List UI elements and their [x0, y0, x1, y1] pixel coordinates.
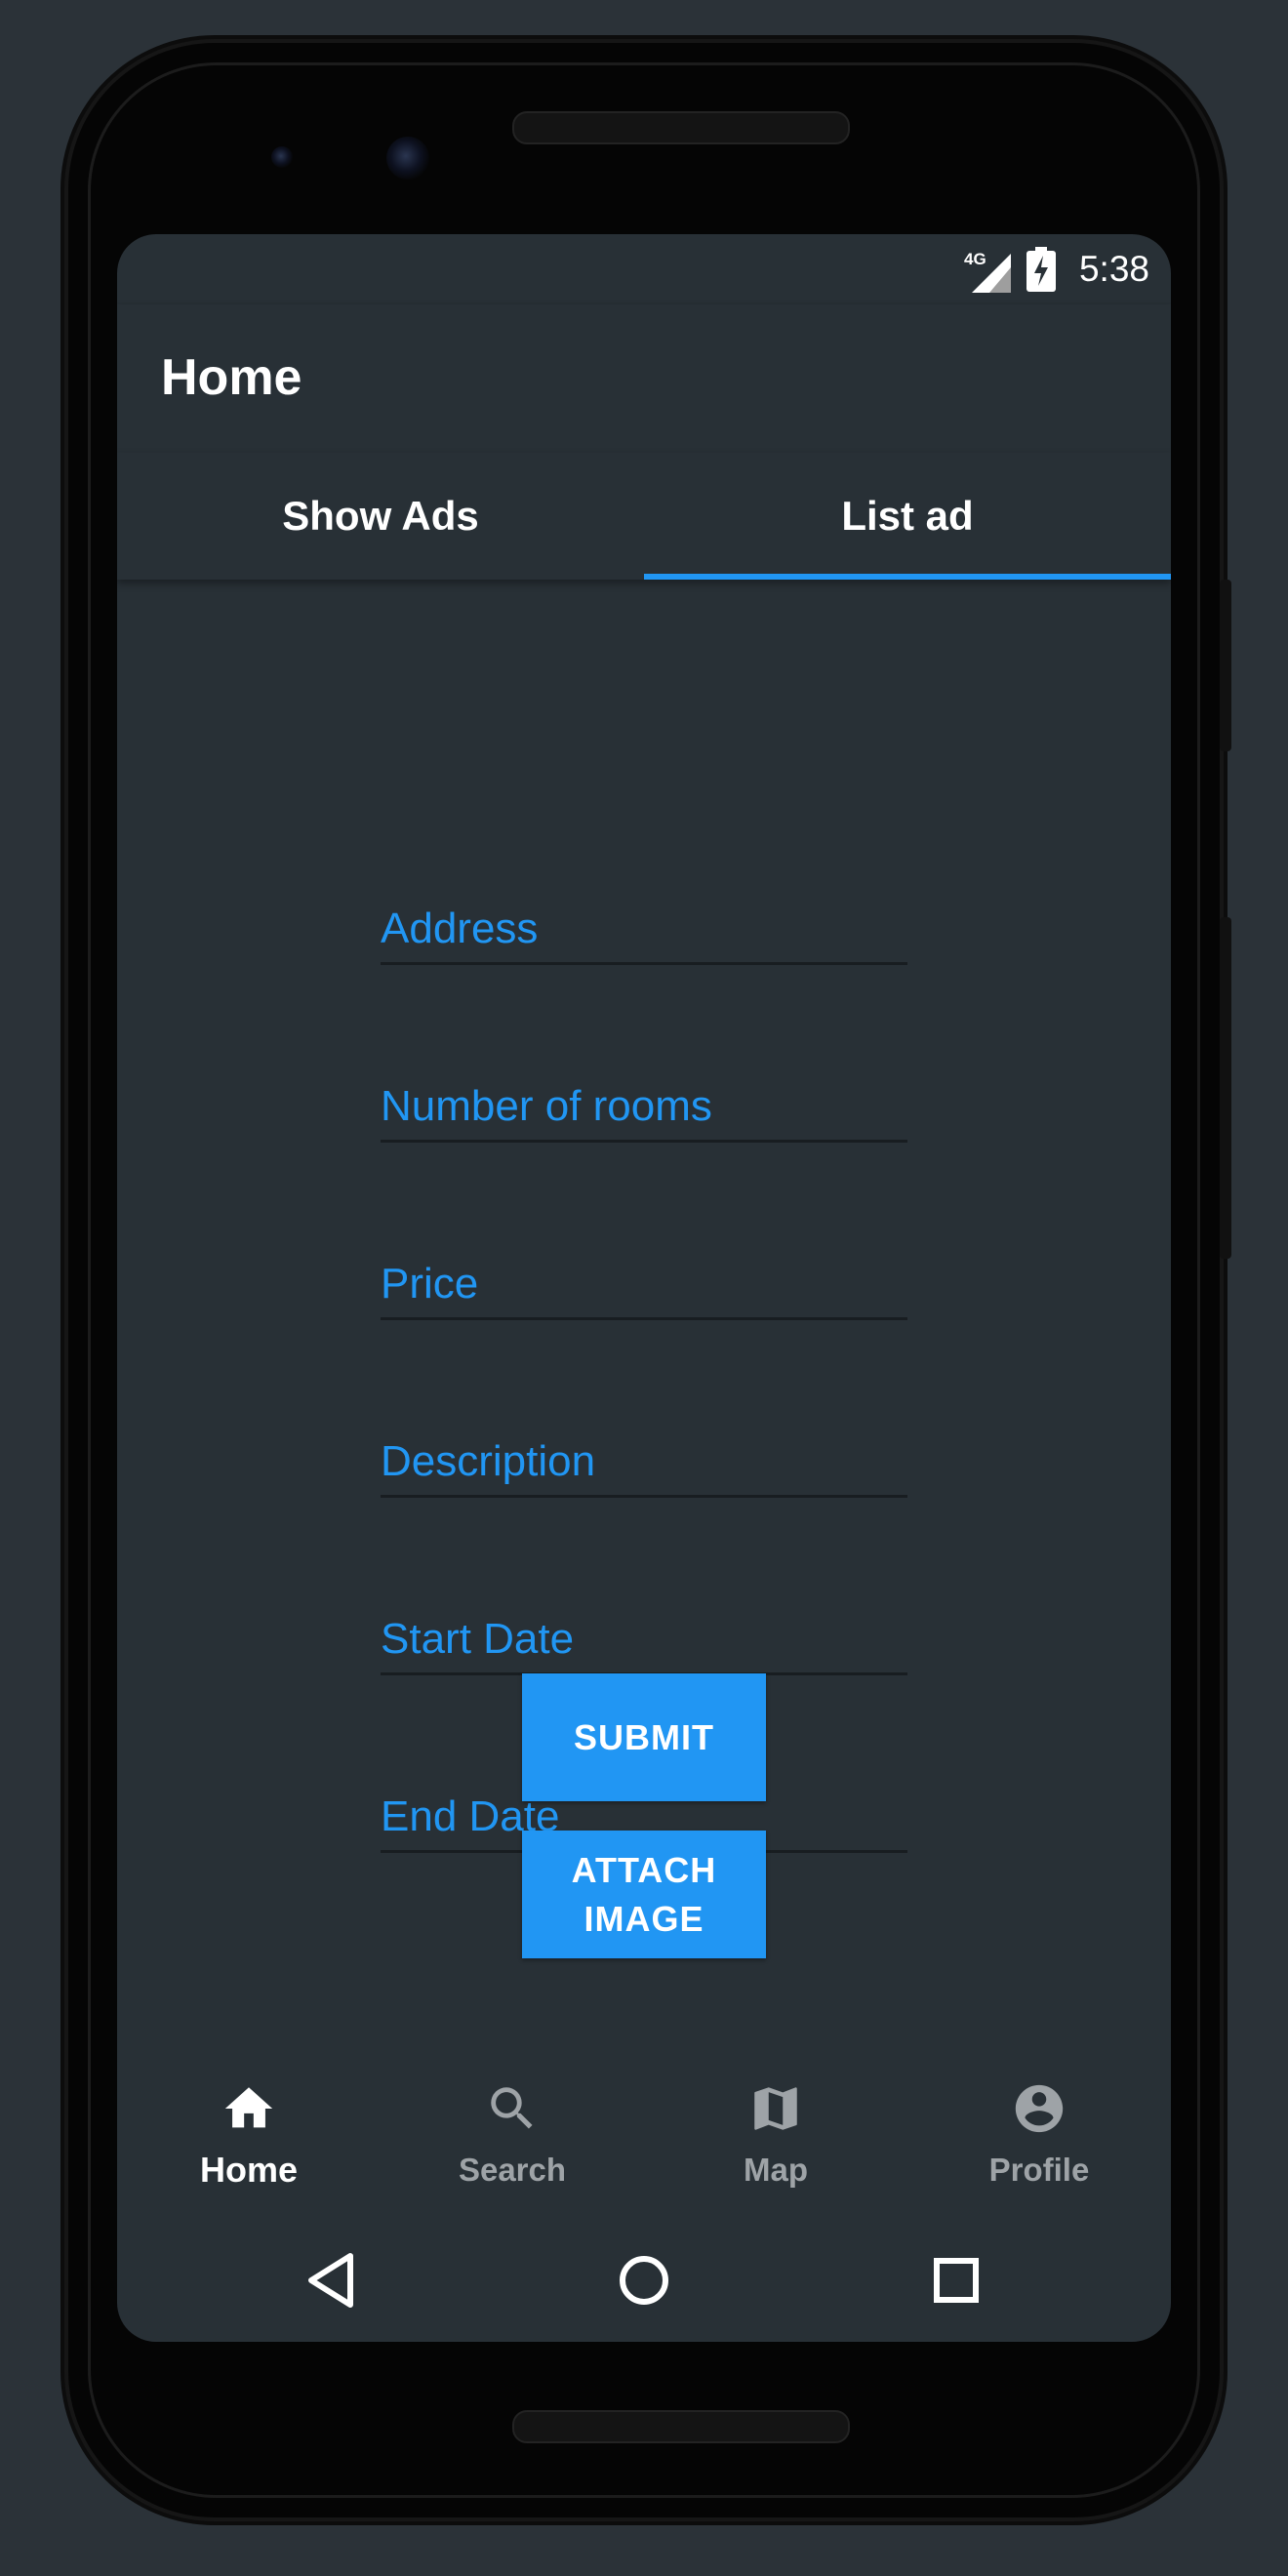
bottom-navigation: Home Search Map Profile — [117, 2059, 1171, 2225]
tab-label: Show Ads — [282, 493, 479, 539]
clock: 5:38 — [1078, 249, 1149, 289]
nav-label-search: Search — [458, 2152, 567, 2188]
home-icon — [224, 2087, 273, 2128]
rooms-field-container — [381, 1062, 907, 1143]
address-input[interactable] — [381, 902, 907, 956]
start-date-field-container — [381, 1594, 907, 1675]
description-field-container — [381, 1417, 907, 1498]
map-icon — [754, 2087, 797, 2130]
price-field-container — [381, 1239, 907, 1320]
submit-label: SUBMIT — [574, 1716, 714, 1757]
nav-item-search[interactable]: Search — [381, 2059, 644, 2225]
price-input[interactable] — [381, 1257, 907, 1311]
tab-label: List ad — [841, 493, 974, 539]
nav-item-profile[interactable]: Profile — [907, 2059, 1171, 2225]
search-icon — [491, 2087, 533, 2129]
home-circle-icon[interactable] — [610, 2246, 678, 2314]
page-title: Home — [161, 349, 302, 406]
attach-label-line1: ATTACH — [571, 1849, 717, 1890]
battery-charging-icon — [1026, 247, 1056, 292]
nav-label-profile: Profile — [988, 2152, 1090, 2188]
attach-image-button[interactable]: ATTACH IMAGE — [522, 1831, 766, 1958]
app-bar: Home — [117, 304, 1171, 453]
description-input[interactable] — [381, 1434, 907, 1489]
tab-selected-indicator — [644, 574, 1171, 580]
status-bar: 4G 5:38 — [117, 234, 1171, 304]
submit-button[interactable]: SUBMIT — [522, 1673, 766, 1801]
start-date-input[interactable] — [381, 1612, 907, 1667]
attach-label-line2: IMAGE — [584, 1898, 704, 1939]
nav-item-map[interactable]: Map — [644, 2059, 907, 2225]
nav-item-home[interactable]: Home — [117, 2059, 381, 2225]
nav-label-home: Home — [199, 2150, 299, 2190]
signal-icon — [972, 254, 1011, 293]
power-button — [1220, 580, 1231, 751]
tab-list-ad[interactable]: List ad — [644, 453, 1171, 580]
address-field-container — [381, 884, 907, 965]
number-of-rooms-input[interactable] — [381, 1079, 907, 1134]
volume-button — [1220, 917, 1231, 1259]
tab-show-ads[interactable]: Show Ads — [117, 453, 644, 580]
bottom-speaker — [512, 2410, 850, 2443]
back-icon[interactable] — [298, 2246, 366, 2314]
app-screen: 4G 5:38 Home Show Ads List ad Address Nu… — [117, 234, 1171, 2342]
profile-icon — [1015, 2084, 1064, 2133]
front-sensor — [271, 146, 293, 168]
nav-label-map: Map — [744, 2152, 808, 2188]
system-navigation-bar — [117, 2225, 1171, 2342]
recents-icon[interactable] — [922, 2246, 990, 2314]
front-camera — [386, 137, 429, 180]
earpiece-speaker — [512, 111, 850, 144]
tab-bar: Show Ads List ad — [117, 453, 1171, 580]
